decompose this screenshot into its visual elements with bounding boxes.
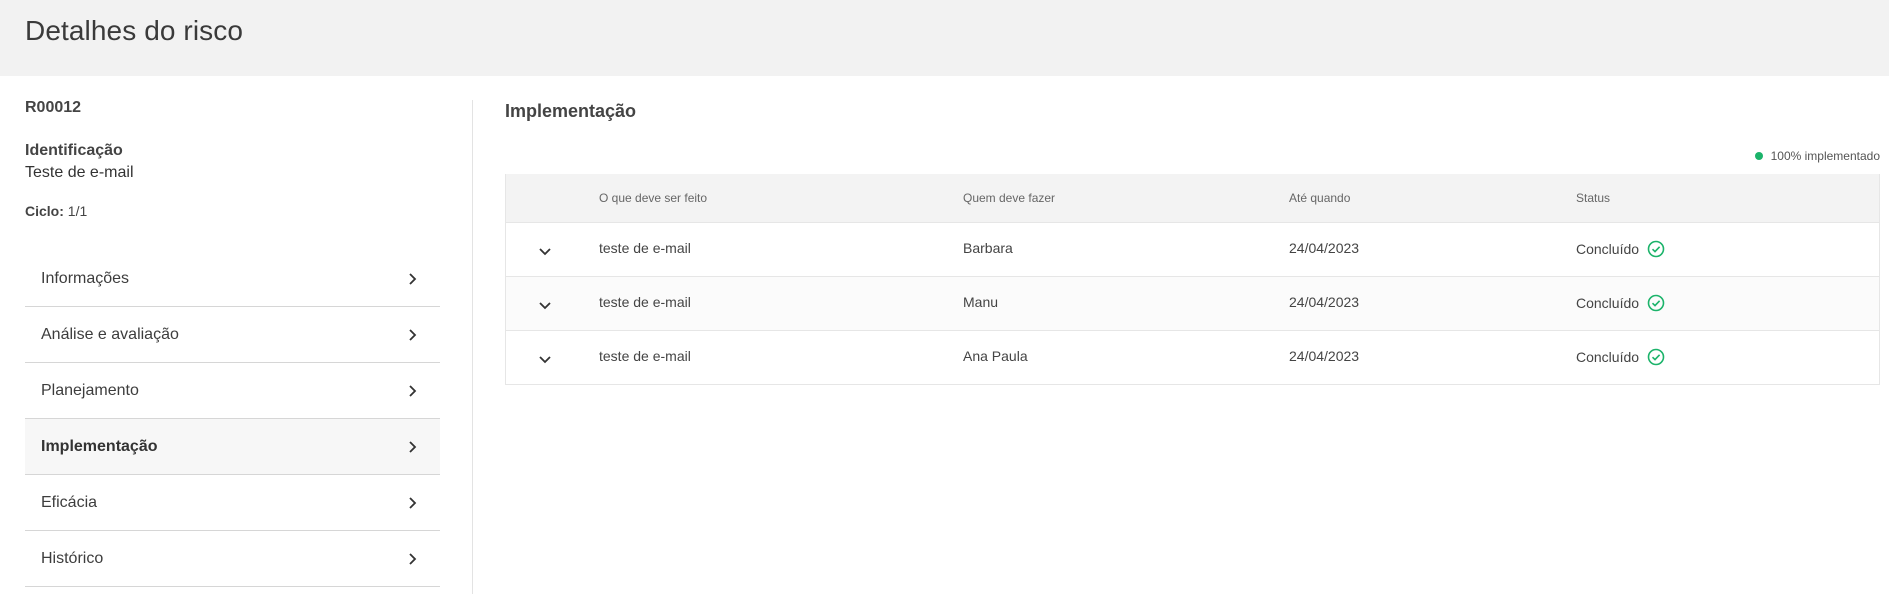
sidebar-item-implementacao[interactable]: Implementação <box>25 419 440 475</box>
status-label: Concluído <box>1576 241 1640 257</box>
chevron-down-icon[interactable] <box>534 348 556 370</box>
page-header: Detalhes do risco <box>0 0 1889 76</box>
sidebar-item-label: Histórico <box>41 550 104 567</box>
status-label: Concluído <box>1576 349 1640 365</box>
chevron-down-icon[interactable] <box>534 240 556 262</box>
check-circle-icon <box>1647 240 1665 258</box>
sidebar-item-label: Eficácia <box>41 494 98 511</box>
sidebar-item-historico[interactable]: Histórico <box>25 531 440 587</box>
chevron-right-icon <box>409 553 417 565</box>
sidebar-item-analise-avaliacao[interactable]: Análise e avaliação <box>25 307 440 363</box>
chevron-right-icon <box>409 385 417 397</box>
table-row: teste de e-mail Ana Paula 24/04/2023 Con… <box>506 330 1879 384</box>
cell-what: teste de e-mail <box>599 240 691 256</box>
column-header-who: Quem deve fazer <box>963 191 1056 205</box>
sidebar-item-label: Análise e avaliação <box>41 326 179 343</box>
table-row: teste de e-mail Manu 24/04/2023 Concluíd… <box>506 276 1879 330</box>
status-dot-icon <box>1754 152 1763 160</box>
status-label: Concluído <box>1576 295 1640 311</box>
check-circle-icon <box>1647 348 1665 366</box>
column-header-when: Até quando <box>1289 191 1351 205</box>
cell-who: Manu <box>963 294 999 310</box>
status-cell: Concluído <box>1576 294 1665 312</box>
column-header-status: Status <box>1576 191 1611 205</box>
chevron-right-icon <box>409 497 417 509</box>
sidebar-item-label: Planejamento <box>41 382 139 399</box>
sidebar-item-label: Informações <box>41 270 130 287</box>
identification-value: Teste de e-mail <box>25 164 134 181</box>
section-title: Implementação <box>505 101 637 121</box>
cycle-info: Ciclo: 1/1 <box>25 203 87 219</box>
status-cell: Concluído <box>1576 348 1665 366</box>
cycle-value: 1/1 <box>67 203 88 219</box>
cycle-label: Ciclo: <box>25 203 64 219</box>
cell-when: 24/04/2023 <box>1289 240 1360 256</box>
chevron-down-icon[interactable] <box>534 294 556 316</box>
cell-who: Ana Paula <box>963 348 1028 364</box>
cell-what: teste de e-mail <box>599 294 691 310</box>
page-title: Detalhes do risco <box>25 15 244 46</box>
column-header-what: O que deve ser feito <box>599 191 708 205</box>
sidebar-item-eficacia[interactable]: Eficácia <box>25 475 440 531</box>
sidebar-item-informacoes[interactable]: Informações <box>25 251 440 307</box>
status-cell: Concluído <box>1576 240 1665 258</box>
sidebar-item-label: Implementação <box>41 438 158 455</box>
table-header: O que deve ser feito Quem deve fazer Até… <box>506 174 1879 222</box>
sidebar: R00012 Identificação Teste de e-mail Cic… <box>25 76 440 594</box>
chevron-right-icon <box>409 441 417 453</box>
sidebar-item-planejamento[interactable]: Planejamento <box>25 363 440 419</box>
chevron-right-icon <box>409 329 417 341</box>
table-row: teste de e-mail Barbara 24/04/2023 Concl… <box>506 222 1879 276</box>
risk-code: R00012 <box>25 99 82 116</box>
vertical-divider <box>472 100 473 594</box>
sidebar-nav: Informações Análise e avaliação Planejam… <box>25 251 440 587</box>
progress-label: 100% implementado <box>1770 149 1880 163</box>
chevron-right-icon <box>409 273 417 285</box>
implementation-table: O que deve ser feito Quem deve fazer Até… <box>505 174 1880 385</box>
progress-indicator: 100% implementado <box>1754 149 1880 163</box>
check-circle-icon <box>1647 294 1665 312</box>
cell-when: 24/04/2023 <box>1289 294 1360 310</box>
cell-what: teste de e-mail <box>599 348 691 364</box>
cell-when: 24/04/2023 <box>1289 348 1360 364</box>
identification-label: Identificação <box>25 142 123 159</box>
cell-who: Barbara <box>963 240 1013 256</box>
